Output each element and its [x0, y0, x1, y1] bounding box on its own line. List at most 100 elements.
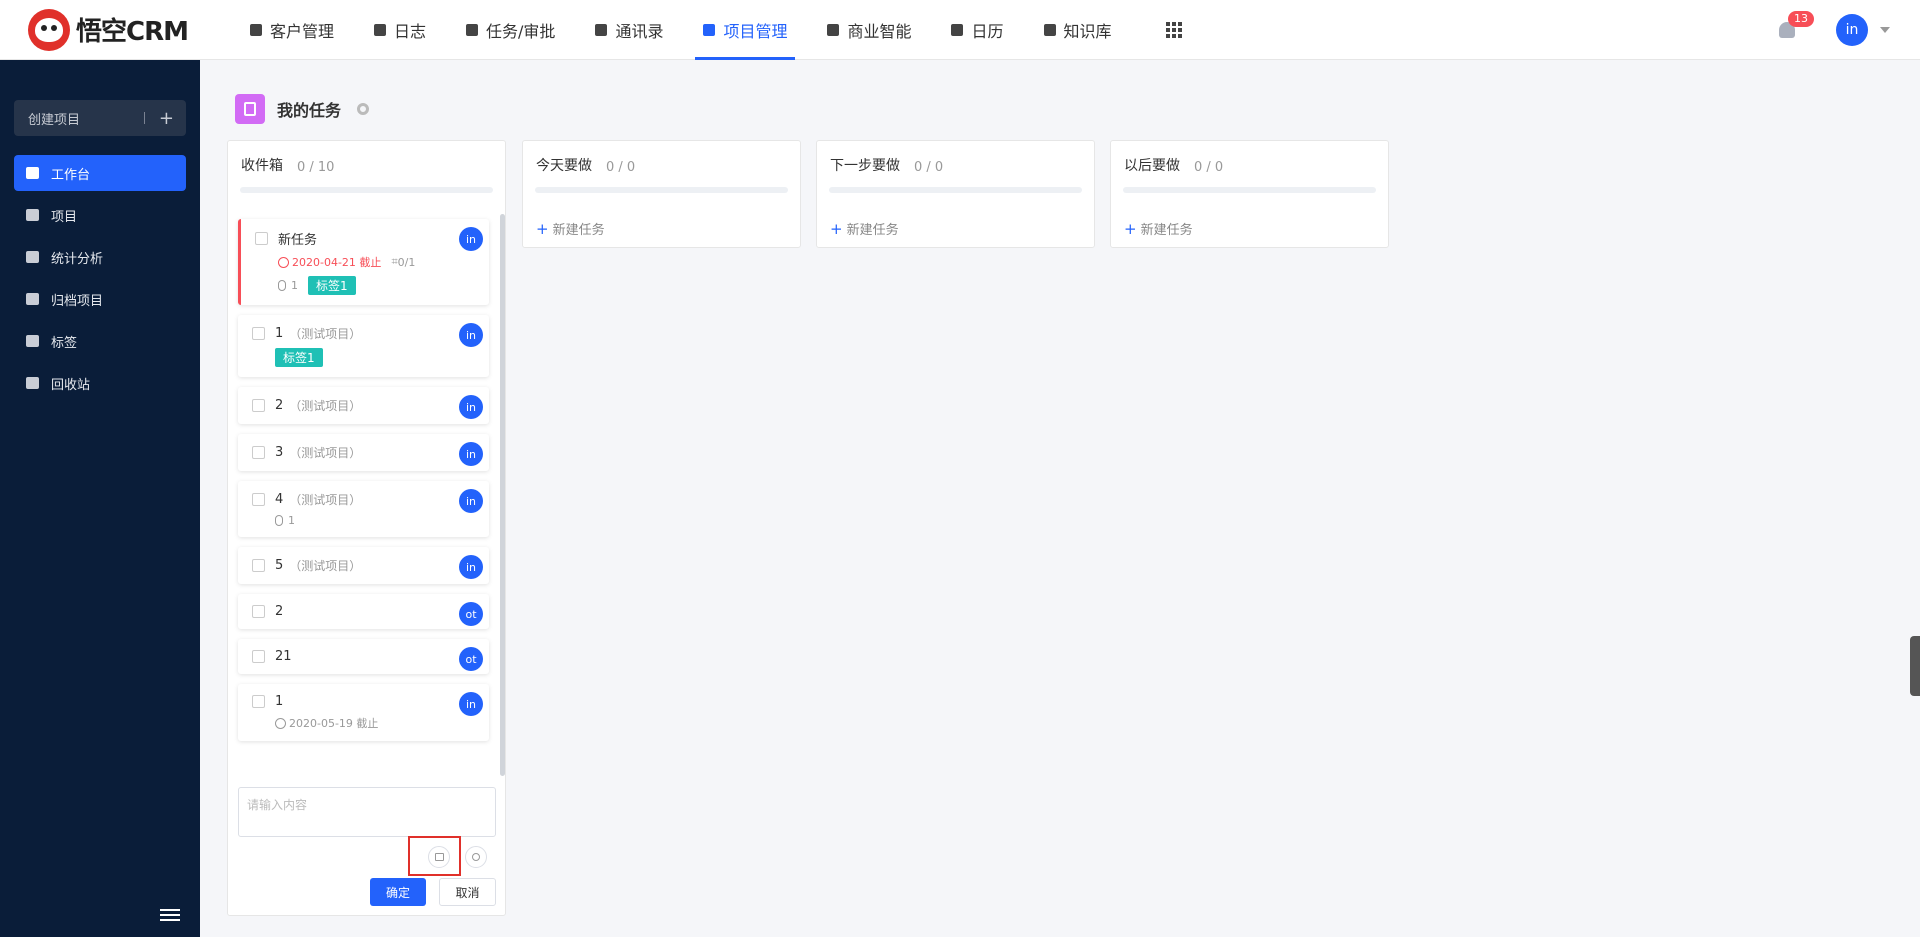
column-count: 0 / 10	[297, 160, 335, 175]
subtask-count: 0/1	[397, 255, 416, 269]
header-right: 13 in	[1778, 0, 1890, 60]
task-card[interactable]: 21 ot	[238, 639, 489, 674]
sidebar-item-archived[interactable]: 归档项目	[14, 281, 186, 317]
sidebar-item-tags[interactable]: 标签	[14, 323, 186, 359]
nav-calendar[interactable]: 日历	[931, 0, 1023, 60]
task-checkbox[interactable]	[252, 650, 265, 663]
column-next: 下一步要做 0 / 0 + 新建任务	[816, 140, 1095, 248]
nav-contacts[interactable]: 通讯录	[575, 0, 683, 60]
notification-bell[interactable]: 13	[1778, 11, 1814, 39]
task-card[interactable]: 1 （测试项目） in 标签1	[238, 315, 489, 377]
create-project-button[interactable]: 创建项目 +	[14, 100, 186, 136]
column-title: 收件箱	[241, 158, 283, 174]
bi-icon	[827, 23, 840, 36]
column-later: 以后要做 0 / 0 + 新建任务	[1110, 140, 1389, 248]
new-task-button[interactable]: + 新建任务	[830, 219, 1094, 239]
task-tag: 标签1	[308, 276, 356, 295]
task-name: 4	[275, 492, 284, 507]
user-avatar[interactable]: in	[1836, 14, 1868, 46]
task-project: （测试项目）	[289, 399, 362, 413]
sidebar-item-recycle-bin[interactable]: 回收站	[14, 365, 186, 401]
nav-knowledge-base[interactable]: 知识库	[1024, 0, 1132, 60]
task-card[interactable]: 新任务 in 2020-04-21 截止 ⌗ 0/1 1 标签1	[238, 219, 489, 305]
collapse-menu-icon[interactable]	[160, 909, 180, 923]
assignee-picker-button[interactable]	[465, 846, 487, 868]
sidebar-item-projects[interactable]: 项目	[14, 197, 186, 233]
project-icon	[703, 23, 716, 36]
task-name: 21	[275, 649, 292, 664]
task-checkbox[interactable]	[252, 493, 265, 506]
assignee-avatar[interactable]: in	[459, 442, 483, 466]
tag-icon	[26, 335, 39, 347]
divider	[143, 112, 145, 124]
task-project: （测试项目）	[289, 446, 362, 460]
confirm-button[interactable]: 确定	[370, 878, 426, 906]
column-progress	[829, 187, 1082, 193]
nav-project-management[interactable]: 项目管理	[683, 0, 807, 60]
task-checkbox[interactable]	[252, 399, 265, 412]
task-project: （测试项目）	[289, 559, 362, 573]
top-navbar: 悟空CRM 客户管理 日志 任务/审批 通讯录 项目管理 商业智能 日历 知识库…	[0, 0, 1920, 60]
column-title: 今天要做	[536, 158, 592, 174]
task-checkbox[interactable]	[252, 695, 265, 708]
task-card[interactable]: 1 in 2020-05-19 截止	[238, 684, 489, 741]
task-content-input[interactable]: 请输入内容	[238, 787, 496, 837]
logo[interactable]: 悟空CRM	[28, 8, 208, 51]
task-checkbox[interactable]	[252, 605, 265, 618]
column-progress	[240, 187, 493, 193]
assignee-avatar[interactable]: in	[459, 555, 483, 579]
nav-task-approval[interactable]: 任务/审批	[446, 0, 575, 60]
side-widget-handle[interactable]	[1910, 636, 1920, 696]
task-list-scrollbar[interactable]	[500, 214, 505, 776]
task-checkbox[interactable]	[252, 446, 265, 459]
building-icon	[250, 23, 262, 36]
new-task-button[interactable]: + 新建任务	[536, 219, 800, 239]
task-checkbox[interactable]	[255, 232, 268, 245]
paperclip-icon	[278, 280, 286, 291]
task-name: 1	[275, 694, 284, 709]
task-card[interactable]: 3 （测试项目） in	[238, 434, 489, 471]
assignee-avatar[interactable]: in	[459, 395, 483, 419]
due-date: 2020-04-21 截止	[292, 256, 382, 269]
task-card[interactable]: 2 （测试项目） in	[238, 387, 489, 424]
inbox-task-list: 新任务 in 2020-04-21 截止 ⌗ 0/1 1 标签1 1 （测试项目） in…	[238, 219, 489, 751]
column-title: 以后要做	[1124, 158, 1180, 174]
due-date: 2020-05-19 截止	[289, 717, 379, 730]
task-name: 3	[275, 445, 284, 460]
task-checkbox[interactable]	[252, 559, 265, 572]
assignee-avatar[interactable]: in	[459, 489, 483, 513]
column-count: 0 / 0	[914, 160, 944, 175]
task-checkbox[interactable]	[252, 327, 265, 340]
nav-journal[interactable]: 日志	[354, 0, 446, 60]
new-task-button[interactable]: + 新建任务	[1124, 219, 1388, 239]
cancel-button[interactable]: 取消	[439, 878, 496, 906]
nav-business-intelligence[interactable]: 商业智能	[807, 0, 931, 60]
journal-icon	[374, 23, 387, 36]
notification-badge: 13	[1788, 11, 1814, 27]
plus-icon: +	[830, 219, 843, 238]
sidebar-item-statistics[interactable]: 统计分析	[14, 239, 186, 275]
task-project: （测试项目）	[289, 327, 362, 341]
main-nav: 客户管理 日志 任务/审批 通讯录 项目管理 商业智能 日历 知识库	[230, 0, 1202, 60]
assignee-avatar[interactable]: ot	[459, 647, 483, 671]
task-card[interactable]: 4 （测试项目） in 1	[238, 481, 489, 537]
nav-more[interactable]	[1132, 0, 1202, 60]
app-grid-icon	[1165, 21, 1182, 38]
gear-icon[interactable]	[357, 103, 370, 115]
chevron-down-icon[interactable]	[1880, 27, 1890, 33]
nav-customer[interactable]: 客户管理	[230, 0, 354, 60]
column-count: 0 / 0	[606, 160, 636, 175]
task-card[interactable]: 5 （测试项目） in	[238, 547, 489, 584]
book-icon	[1043, 23, 1056, 36]
sidebar-item-workbench[interactable]: 工作台	[14, 155, 186, 191]
assignee-avatar[interactable]: ot	[459, 602, 483, 626]
archive-icon	[26, 293, 39, 305]
create-project-label: 创建项目	[28, 112, 81, 128]
assignee-avatar[interactable]: in	[459, 692, 483, 716]
column-progress	[1123, 187, 1376, 193]
task-card[interactable]: 2 ot	[238, 594, 489, 629]
plus-icon: +	[1124, 219, 1137, 238]
assignee-avatar[interactable]: in	[459, 227, 483, 251]
assignee-avatar[interactable]: in	[459, 323, 483, 347]
phone-book-icon	[595, 23, 608, 36]
